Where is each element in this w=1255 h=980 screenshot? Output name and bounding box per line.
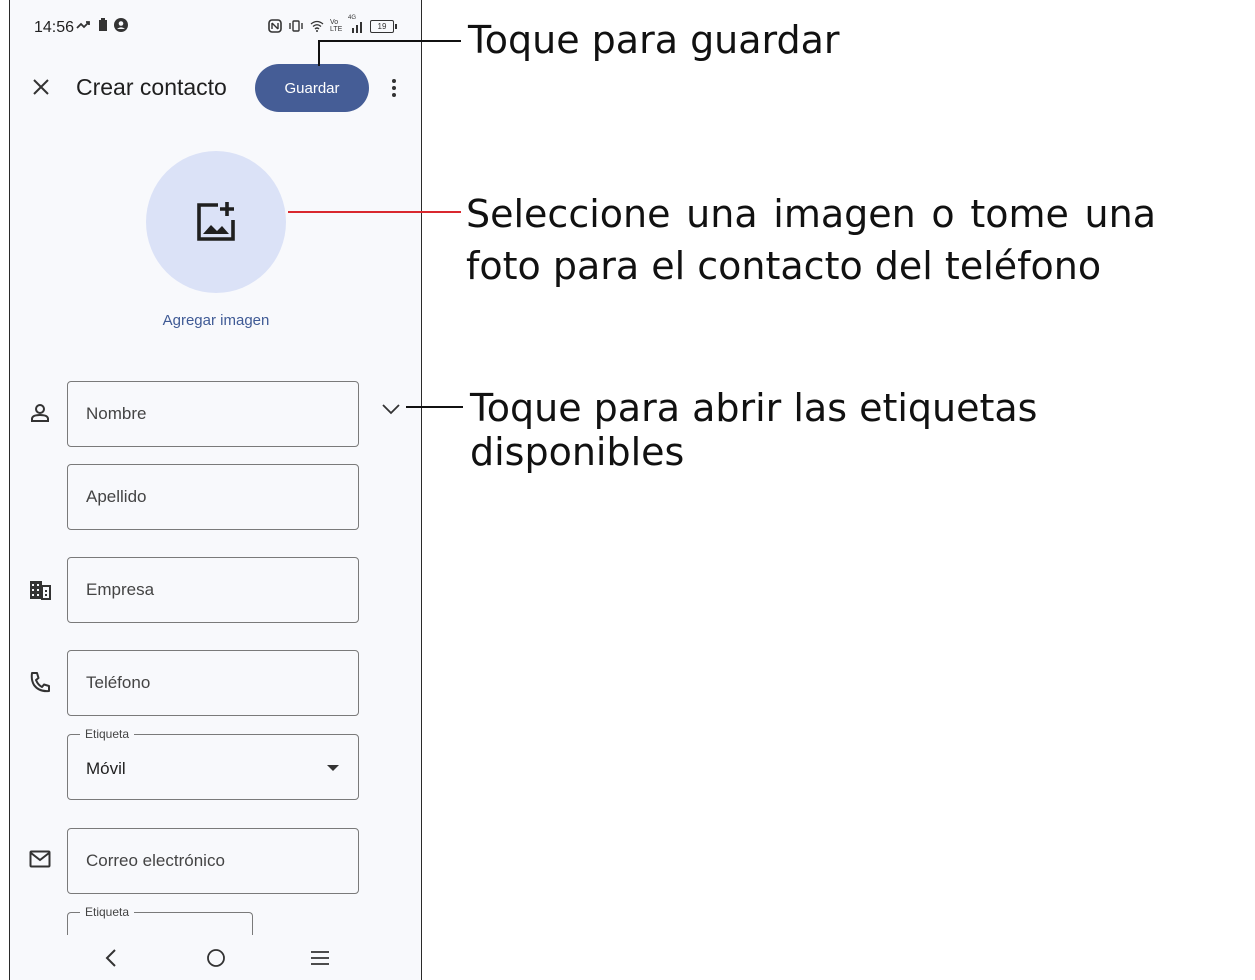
status-time: 14:56	[34, 19, 75, 36]
save-callout-line	[318, 40, 461, 42]
more-options-button[interactable]	[382, 72, 406, 104]
add-photo-button[interactable]	[146, 151, 286, 293]
business-icon	[28, 578, 52, 602]
email-field[interactable]	[67, 828, 359, 894]
save-button[interactable]: Guardar	[255, 64, 369, 112]
expand-name-button[interactable]	[379, 396, 403, 420]
wifi-icon	[310, 20, 324, 32]
status-left-icons	[76, 18, 128, 32]
save-callout-text: Toque para guardar	[468, 18, 840, 62]
labels-callout-line	[406, 406, 463, 408]
signal-icon: 4G	[348, 15, 364, 33]
phone-field[interactable]	[67, 650, 359, 716]
home-icon	[207, 949, 225, 967]
home-button[interactable]	[201, 943, 231, 973]
nfc-icon	[268, 19, 282, 33]
chevron-down-icon	[382, 404, 400, 415]
add-photo-icon	[197, 202, 235, 241]
back-button[interactable]	[96, 943, 126, 973]
phone-label-select[interactable]: Etiqueta Móvil	[67, 727, 359, 800]
save-callout-vertical-line	[318, 40, 320, 66]
missed-call-icon	[76, 21, 90, 29]
recents-button[interactable]	[305, 943, 335, 973]
last-name-field[interactable]	[67, 464, 359, 530]
battery-indicator: 19	[370, 19, 397, 33]
account-icon	[114, 18, 128, 32]
dropdown-arrow-icon	[327, 765, 339, 771]
photo-callout-line	[288, 211, 461, 213]
back-icon	[105, 949, 116, 967]
phone-label-legend: Etiqueta	[80, 727, 135, 741]
labels-callout-text: Toque para abrir las etiquetas disponibl…	[470, 386, 1038, 474]
email-label-legend: Etiqueta	[80, 905, 135, 919]
volte-label: Vo LTE	[330, 19, 343, 33]
close-button[interactable]	[26, 72, 56, 102]
phone-screen: 14:56 Vo LTE 4G 19 Crear contacto Guarda…	[9, 0, 422, 980]
phone-label-value: Móvil	[86, 759, 126, 778]
person-icon	[28, 401, 52, 425]
more-vert-icon	[392, 79, 396, 83]
photo-callout-text-line1: Seleccione una imagen o tome una	[466, 192, 1156, 236]
navigation-bar	[10, 935, 420, 980]
mail-icon	[28, 847, 52, 871]
page-title: Crear contacto	[76, 74, 227, 100]
recents-icon	[311, 951, 329, 965]
close-icon	[33, 79, 49, 95]
status-right-icons: Vo LTE 4G 19	[268, 15, 397, 33]
photo-callout-text-line2: foto para el contacto del teléfono	[466, 244, 1102, 288]
first-name-field[interactable]	[67, 381, 359, 447]
phone-icon	[28, 670, 52, 694]
company-field[interactable]	[67, 557, 359, 623]
battery-saver-icon	[99, 18, 107, 31]
add-image-link[interactable]: Agregar imagen	[110, 312, 322, 329]
vibrate-icon	[289, 20, 303, 32]
